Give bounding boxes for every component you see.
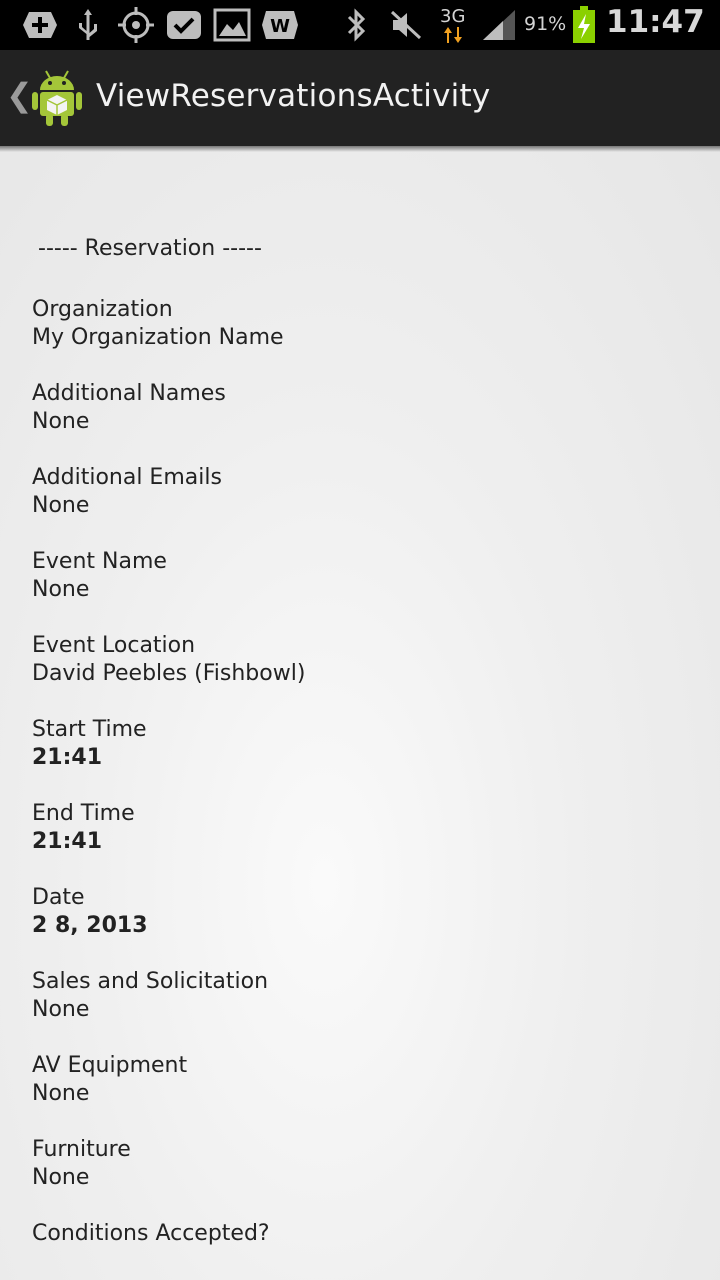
signal-icon	[480, 8, 518, 42]
field-value: None	[32, 997, 90, 1022]
field-furniture: Furniture None	[32, 1136, 305, 1220]
field-label: Event Name	[32, 549, 167, 574]
field-value: None	[32, 577, 90, 602]
field-organization: Organization My Organization Name	[32, 296, 305, 380]
status-bar: W 3G 91% 11:47	[0, 0, 720, 50]
field-conditions-accepted: Conditions Accepted?	[32, 1220, 305, 1280]
field-value: 21:41	[32, 829, 103, 854]
bluetooth-icon	[342, 8, 372, 42]
mute-icon	[388, 8, 424, 42]
field-value: None	[32, 1165, 90, 1190]
w-app-icon: W	[260, 8, 300, 42]
field-event-location: Event Location David Peebles (Fishbowl)	[32, 632, 305, 716]
field-label: Additional Names	[32, 381, 226, 406]
field-label: End Time	[32, 801, 135, 826]
network-type-label: 3G	[440, 6, 466, 27]
field-value: My Organization Name	[32, 325, 284, 350]
gps-icon	[116, 7, 156, 43]
field-value: None	[32, 493, 90, 518]
field-event-name: Event Name None	[32, 548, 305, 632]
action-bar-shadow	[0, 146, 720, 152]
back-chevron-icon[interactable]: ❮	[6, 76, 33, 114]
field-additional-names: Additional Names None	[32, 380, 305, 464]
gallery-icon	[212, 8, 252, 42]
field-label: Additional Emails	[32, 465, 222, 490]
field-start-time: Start Time 21:41	[32, 716, 305, 800]
reservation-fields: Organization My Organization Name Additi…	[32, 296, 305, 1280]
add-icon	[20, 8, 60, 42]
android-app-icon[interactable]	[30, 68, 84, 128]
field-value: 21:41	[32, 745, 103, 770]
svg-text:W: W	[270, 16, 290, 37]
field-label: Conditions Accepted?	[32, 1221, 270, 1246]
field-additional-emails: Additional Emails None	[32, 464, 305, 548]
clock: 11:47	[606, 4, 705, 40]
content-area: ----- Reservation ----- Organization My …	[0, 146, 720, 1280]
page-title: ViewReservationsActivity	[96, 78, 491, 114]
data-arrows-icon	[444, 26, 466, 44]
reservation-header: ----- Reservation -----	[38, 236, 262, 261]
field-av-equipment: AV Equipment None	[32, 1052, 305, 1136]
field-date: Date 2 8, 2013	[32, 884, 305, 968]
field-label: Sales and Solicitation	[32, 969, 269, 994]
field-value: None	[32, 409, 90, 434]
action-bar: ❮ ViewReservationsActivity	[0, 50, 720, 146]
field-value: 2 8, 2013	[32, 913, 148, 938]
field-label: Event Location	[32, 633, 196, 658]
field-label: Date	[32, 885, 85, 910]
usb-icon	[72, 8, 104, 42]
field-label: Organization	[32, 297, 173, 322]
field-value: David Peebles (Fishbowl)	[32, 661, 306, 686]
field-value: None	[32, 1081, 90, 1106]
field-label: Furniture	[32, 1137, 131, 1162]
field-label: Start Time	[32, 717, 147, 742]
check-icon	[164, 8, 204, 42]
field-sales-solicitation: Sales and Solicitation None	[32, 968, 305, 1052]
battery-percent: 91%	[524, 13, 567, 35]
field-end-time: End Time 21:41	[32, 800, 305, 884]
field-label: AV Equipment	[32, 1053, 188, 1078]
battery-charging-icon	[572, 6, 596, 44]
